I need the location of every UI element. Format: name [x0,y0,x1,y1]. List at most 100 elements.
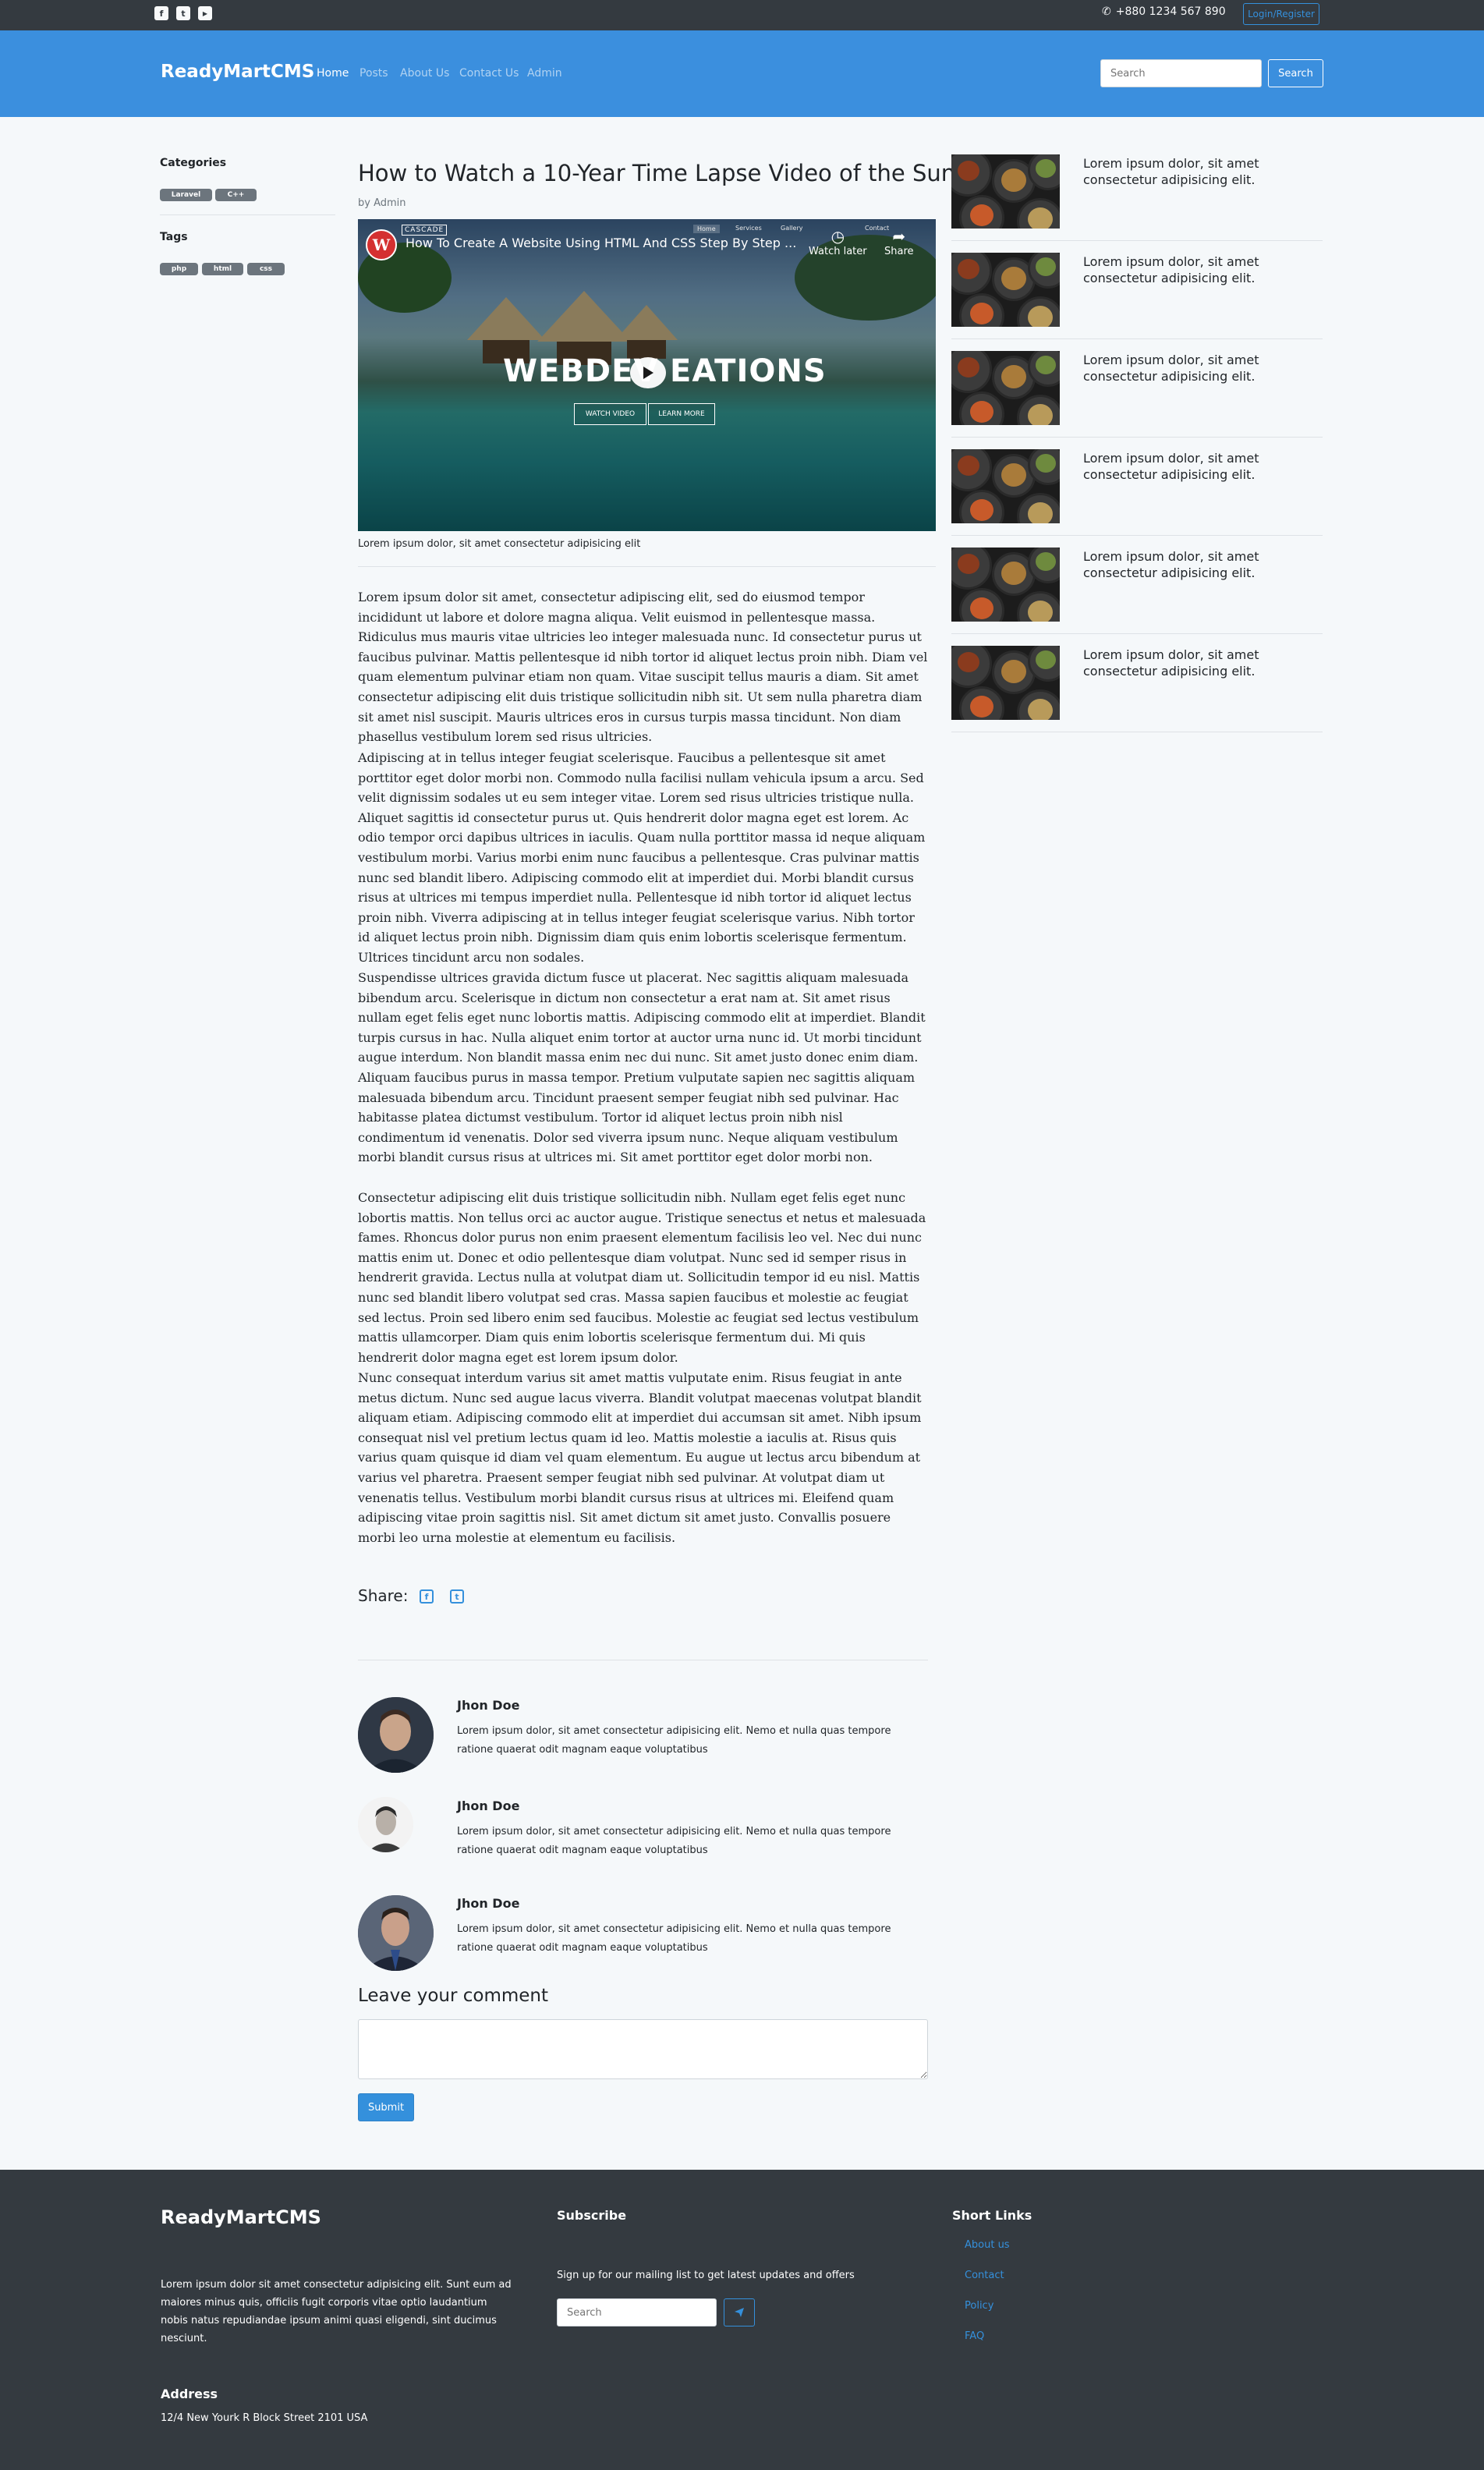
subscribe-input[interactable] [557,2298,717,2326]
footer-brand[interactable]: ReadyMartCMS [161,2206,321,2228]
food-item [970,303,993,324]
footer-link-about-us[interactable]: About us [965,2239,1010,2251]
channel-logo[interactable]: W [366,229,397,260]
food-item [958,455,979,476]
tag-badge[interactable]: css [247,263,285,275]
comment-form-heading: Leave your comment [358,1986,549,2006]
phone-icon: ✆ [1102,5,1111,18]
paper-plane-icon [735,2308,744,2317]
share-video-button[interactable]: ➦ Share [884,229,914,257]
twitter-icon[interactable]: t [176,6,190,20]
footer-about-text: Lorem ipsum dolor sit amet consectetur a… [161,2279,512,2344]
comment-author: Jhon Doe [457,1798,520,1813]
avatar [358,1797,413,1852]
food-item [1001,168,1026,192]
nav-link-about-us[interactable]: About Us [400,67,449,80]
food-item [958,357,979,377]
nav-link-admin[interactable]: Admin [527,67,562,80]
recent-post-title[interactable]: Lorem ipsum dolor, sit amet consectetur … [1083,647,1317,679]
food-item [1001,365,1026,388]
video-title[interactable]: How To Create A Website Using HTML And C… [406,236,796,250]
comment-author: Jhon Doe [457,1896,520,1911]
person-portrait [358,1697,434,1773]
site-footer: ReadyMartCMS Lorem ipsum dolor sit amet … [0,2170,1484,2470]
recent-post-divider [951,535,1323,536]
food-item [958,161,979,181]
footer-link-policy[interactable]: Policy [965,2300,993,2312]
tag-badge[interactable]: html [202,263,243,275]
food-item [970,204,993,226]
video-caption: Lorem ipsum dolor, sit amet consectetur … [358,538,641,550]
category-badge[interactable]: C++ [215,189,257,201]
nav-link-contact-us[interactable]: Contact Us [459,67,519,80]
short-links-heading: Short Links [952,2208,1032,2223]
food-item [1028,502,1053,523]
food-item [1028,207,1053,229]
video-learn-more-button[interactable]: LEARN MORE [648,403,715,425]
food-item [1001,463,1026,487]
watch-later-button[interactable]: ◷ Watch later [809,229,867,257]
facebook-icon[interactable]: f [154,6,168,20]
subscribe-button[interactable] [724,2298,755,2326]
navbar-brand[interactable]: ReadyMartCMS [161,62,314,82]
recent-post-thumbnail[interactable] [951,548,1060,622]
share-video-label: Share [884,246,914,257]
subscribe-text: Sign up for our mailing list to get late… [557,2270,855,2281]
top-bar: f t ▶ ✆ +880 1234 567 890 Login/Register [0,0,1484,30]
food-item [1036,454,1056,473]
recent-post-divider [951,437,1323,438]
recent-post-thumbnail[interactable] [951,351,1060,425]
login-register-button[interactable]: Login/Register [1243,3,1319,25]
article-title: How to Watch a 10-Year Time Lapse Video … [358,160,956,186]
facebook-icon[interactable]: f [420,1589,434,1604]
video-embed[interactable]: W CASCADE How To Create A Website Using … [358,219,936,531]
footer-address-heading: Address [161,2387,218,2401]
video-watch-button[interactable]: WATCH VIDEO [574,403,646,425]
article-byline: by Admin [358,197,406,209]
footer-link-faq[interactable]: FAQ [965,2330,984,2342]
recent-post-thumbnail[interactable] [951,253,1060,327]
article-paragraph: Consectetur adipiscing elit duis tristiq… [358,1190,926,1365]
navbar-search-button[interactable]: Search [1268,59,1323,87]
article-paragraph: Lorem ipsum dolor sit amet, consectetur … [358,590,928,745]
nav-link-posts[interactable]: Posts [359,67,388,80]
play-button[interactable] [630,357,666,388]
food-item [970,499,993,521]
recent-post-title[interactable]: Lorem ipsum dolor, sit amet consectetur … [1083,253,1317,286]
watch-later-label: Watch later [809,246,867,257]
food-item [1036,552,1056,571]
food-item [1036,650,1056,669]
comment-textarea[interactable] [358,2019,928,2079]
navbar-search-input[interactable] [1100,59,1262,87]
video-nav-item: Gallery [781,225,803,232]
footer-link-contact[interactable]: Contact [965,2270,1004,2281]
recent-post-title[interactable]: Lorem ipsum dolor, sit amet consectetur … [1083,352,1317,384]
youtube-icon[interactable]: ▶ [198,6,212,20]
avatar [358,1697,434,1773]
video-headline-right: EATIONS [670,353,827,389]
comment-text: Lorem ipsum dolor, sit amet consectetur … [457,1725,891,1756]
recent-post-divider [951,240,1323,241]
nav-link-home[interactable]: Home [317,67,349,80]
tag-badge[interactable]: php [160,263,198,275]
video-nav-item: Services [735,225,762,232]
article-paragraph: Suspendisse ultrices gravida dictum fusc… [358,970,926,1165]
category-badge[interactable]: Laravel [160,189,212,201]
recent-post-title[interactable]: Lorem ipsum dolor, sit amet consectetur … [1083,548,1317,581]
recent-post-thumbnail[interactable] [951,154,1060,229]
recent-post-divider [951,633,1323,634]
twitter-icon[interactable]: t [450,1589,464,1604]
recent-post-title[interactable]: Lorem ipsum dolor, sit amet consectetur … [1083,155,1317,188]
submit-comment-button[interactable]: Submit [358,2093,414,2121]
food-item [1001,267,1026,290]
phone-contact: ✆ +880 1234 567 890 [1102,5,1226,18]
recent-post-title[interactable]: Lorem ipsum dolor, sit amet consectetur … [1083,450,1317,483]
comment-text: Lorem ipsum dolor, sit amet consectetur … [457,1826,891,1856]
avatar [358,1895,434,1971]
recent-post-thumbnail[interactable] [951,646,1060,720]
recent-post-divider [951,338,1323,339]
footer-address: 12/4 New Yourk R Block Street 2101 USA [161,2412,368,2424]
recent-post-thumbnail[interactable] [951,449,1060,523]
main-navbar: ReadyMartCMS Home Posts About Us Contact… [0,30,1484,117]
article-paragraph: Adipiscing at in tellus integer feugiat … [358,750,926,965]
